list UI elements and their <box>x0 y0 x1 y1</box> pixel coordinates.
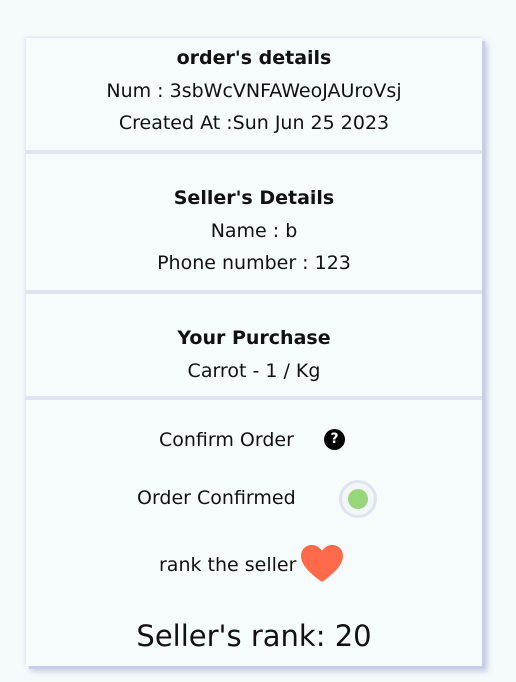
seller-details-title: Seller's Details <box>173 187 335 209</box>
purchase-section: Your Purchase Carrot - 1 / Kg <box>26 324 482 387</box>
seller-phone: Phone number : 123 <box>157 252 351 274</box>
order-confirmed-label: Order Confirmed <box>137 487 296 509</box>
seller-rank: Seller's rank: 20 <box>136 619 372 653</box>
seller-name: Name : b <box>210 220 298 242</box>
order-number: Num : 3sbWcVNFAWeoJAUroVsj <box>106 80 402 102</box>
question-circle-icon[interactable]: ? <box>324 429 345 450</box>
confirm-order-row: Confirm Order ? <box>26 428 482 452</box>
order-details-section: order's details Num : 3sbWcVNFAWeoJAUroV… <box>26 44 482 139</box>
heart-icon[interactable] <box>300 544 344 584</box>
confirm-order-label: Confirm Order <box>159 429 294 451</box>
section-divider <box>26 150 482 154</box>
order-created-at: Created At :Sun Jun 25 2023 <box>118 112 390 134</box>
section-divider <box>26 396 482 400</box>
rank-seller-row: rank the seller <box>26 542 482 584</box>
section-divider <box>26 290 482 294</box>
seller-details-section: Seller's Details Name : b Phone number :… <box>26 184 482 279</box>
order-confirmed-toggle[interactable] <box>339 480 377 518</box>
order-card: order's details Num : 3sbWcVNFAWeoJAUroV… <box>26 38 482 666</box>
purchase-title: Your Purchase <box>177 327 331 349</box>
rank-seller-label: rank the seller <box>159 554 297 576</box>
purchase-item: Carrot - 1 / Kg <box>187 360 321 382</box>
order-confirmed-row: Order Confirmed <box>26 478 482 518</box>
toggle-indicator <box>348 489 368 509</box>
order-details-title: order's details <box>176 47 332 69</box>
